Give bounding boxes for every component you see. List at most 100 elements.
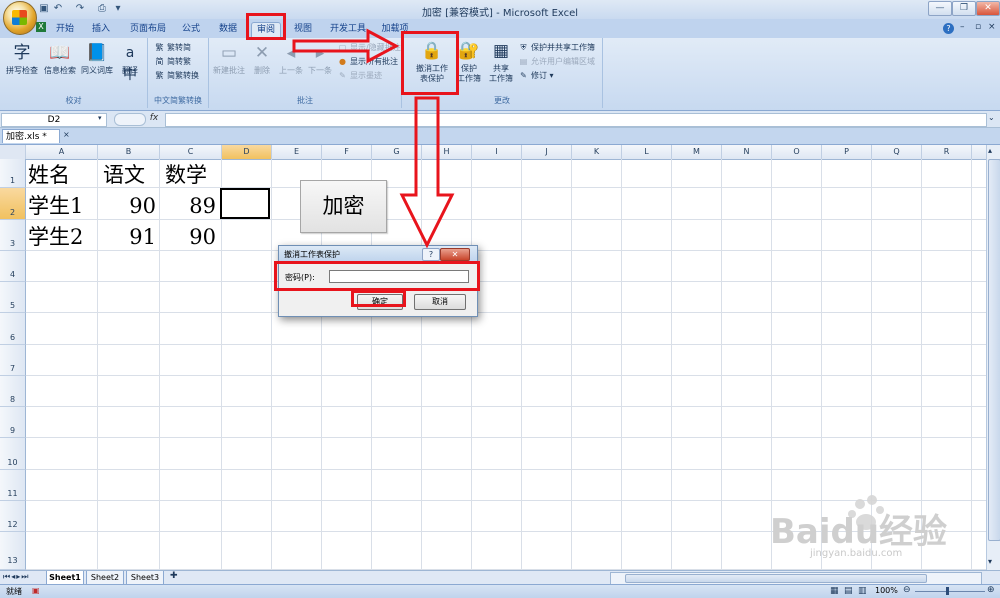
row-header-7[interactable]: 7 — [0, 345, 26, 376]
status-bar: 就绪 ▣ ▦ ▤ ▥ 100% ⊖ ⊕ — [0, 584, 1000, 598]
formula-expand-handle[interactable] — [114, 113, 146, 126]
macro-record-icon[interactable]: ▣ — [32, 586, 40, 595]
allow-edit-ranges-button[interactable]: ▤ 允许用户编辑区域 — [518, 56, 595, 67]
row-header-11[interactable]: 11 — [0, 470, 26, 501]
column-header-d[interactable]: D — [222, 145, 272, 159]
new-comment-button[interactable]: ▭ 新建批注 — [211, 42, 247, 76]
encrypt-button[interactable]: 加密 — [300, 180, 387, 233]
column-header-p[interactable]: P — [822, 145, 872, 159]
sheet-tab-bar: ⏮◂▸⏭ Sheet1 Sheet2 Sheet3 ✚ — [0, 570, 1000, 585]
ribbon-restore-icon[interactable]: ▫ — [975, 22, 981, 32]
column-header-i[interactable]: I — [472, 145, 522, 159]
sheet-tab-3[interactable]: Sheet3 — [126, 571, 164, 585]
insert-function-button[interactable]: fx — [147, 113, 161, 125]
close-button[interactable]: ✕ — [976, 1, 1000, 16]
t2s-button[interactable]: 繁繁转简 — [154, 42, 192, 53]
row-header-4[interactable]: 4 — [0, 251, 26, 282]
zoom-slider[interactable] — [915, 591, 985, 592]
column-header-j[interactable]: J — [522, 145, 572, 159]
view-layout-icon[interactable]: ▤ — [844, 586, 853, 596]
share-workbook-button[interactable]: ▦ 共享 工作簿 — [486, 40, 516, 84]
office-button[interactable] — [3, 1, 37, 35]
zoom-level[interactable]: 100% — [875, 586, 898, 595]
thesaurus-icon: 📘 — [86, 43, 108, 63]
view-normal-icon[interactable]: ▦ — [830, 586, 839, 596]
column-header-o[interactable]: O — [772, 145, 822, 159]
horizontal-scroll-thumb[interactable] — [625, 574, 927, 583]
cell-b2[interactable]: 90 — [100, 191, 156, 221]
formula-input[interactable] — [165, 113, 987, 127]
sheet-tab-2[interactable]: Sheet2 — [86, 571, 124, 585]
zoom-in-icon[interactable]: ⊕ — [987, 585, 995, 595]
row-header-12[interactable]: 12 — [0, 501, 26, 532]
cell-a3[interactable]: 学生2 — [28, 222, 83, 252]
column-header-a[interactable]: A — [26, 145, 98, 159]
cell-c2[interactable]: 89 — [160, 191, 216, 221]
s2t-button[interactable]: 简简转繁 — [154, 56, 192, 67]
name-box[interactable]: D2 — [1, 113, 107, 127]
column-header-q[interactable]: Q — [872, 145, 922, 159]
insert-sheet-icon[interactable]: ✚ — [170, 571, 184, 583]
workbook-close-icon[interactable]: × — [63, 130, 70, 139]
show-ink-button[interactable]: ✎ 显示墨迹 — [337, 70, 382, 81]
column-header-m[interactable]: M — [672, 145, 722, 159]
row-header-13[interactable]: 13 — [0, 532, 26, 570]
zoom-out-icon[interactable]: ⊖ — [903, 585, 911, 595]
row-header-5[interactable]: 5 — [0, 282, 26, 313]
column-header-r[interactable]: R — [922, 145, 972, 159]
column-header-e[interactable]: E — [272, 145, 322, 159]
cell-a2[interactable]: 学生1 — [28, 191, 83, 221]
tab-page-layout[interactable]: 页面布局 — [126, 22, 170, 38]
restore-button[interactable]: ❐ — [952, 1, 976, 16]
vertical-scroll-thumb[interactable] — [988, 159, 1000, 541]
column-header-b[interactable]: B — [98, 145, 160, 159]
group-chinese-conversion: 繁繁转简 简简转繁 繁简繁转换 中文简繁转换 — [148, 38, 209, 108]
column-header-f[interactable]: F — [322, 145, 372, 159]
spell-check-button[interactable]: 字拼写检查 — [4, 42, 40, 76]
column-header-c[interactable]: C — [160, 145, 222, 159]
help-icon[interactable]: ? — [943, 23, 954, 34]
ribbon-close-icon[interactable]: × — [988, 22, 996, 32]
row-header-3[interactable]: 3 — [0, 220, 26, 251]
name-box-dropdown-icon[interactable]: ▾ — [98, 114, 102, 122]
tab-insert[interactable]: 插入 — [86, 22, 116, 38]
view-pagebreak-icon[interactable]: ▥ — [858, 586, 867, 596]
tab-home[interactable]: 开始 — [50, 22, 80, 38]
thesaurus-button[interactable]: 📘 同义词库 — [79, 42, 115, 76]
column-header-l[interactable]: L — [622, 145, 672, 159]
row-header-8[interactable]: 8 — [0, 376, 26, 407]
cell-b1[interactable]: 语文 — [103, 160, 145, 190]
active-cell-d2[interactable] — [220, 188, 270, 219]
minimize-button[interactable]: — — [928, 1, 952, 16]
sheet-tab-1[interactable]: Sheet1 — [46, 571, 84, 585]
row-header-6[interactable]: 6 — [0, 313, 26, 345]
cell-c1[interactable]: 数学 — [165, 160, 207, 190]
tab-formulas[interactable]: 公式 — [176, 22, 206, 38]
cell-a1[interactable]: 姓名 — [28, 160, 70, 190]
row-header-9[interactable]: 9 — [0, 407, 26, 438]
scroll-up-icon[interactable]: ▴ — [988, 146, 992, 155]
convert-button[interactable]: 繁简繁转换 — [154, 70, 200, 81]
cancel-button[interactable]: 取消 — [414, 294, 466, 310]
tab-data[interactable]: 数据 — [213, 22, 243, 38]
group-proofing-label: 校对 — [65, 96, 82, 105]
column-header-k[interactable]: K — [572, 145, 622, 159]
annotation-arrow-down — [399, 96, 455, 249]
row-header-2[interactable]: 2 — [0, 188, 26, 220]
protect-and-share-button[interactable]: ⛨ 保护并共享工作簿 — [518, 42, 596, 53]
cell-b3[interactable]: 91 — [100, 222, 156, 252]
select-all-corner[interactable] — [0, 145, 26, 159]
translate-button[interactable]: a中 翻译 — [116, 42, 144, 83]
track-changes-button[interactable]: ✎ 修订 ▾ — [518, 70, 553, 81]
ribbon-minimize-icon[interactable]: – — [960, 22, 965, 32]
formula-expand-icon[interactable]: ⌄ — [988, 113, 995, 122]
zoom-slider-thumb[interactable] — [946, 587, 949, 595]
sheet-nav-icons[interactable]: ⏮◂▸⏭ — [3, 572, 29, 582]
row-header-10[interactable]: 10 — [0, 438, 26, 470]
column-header-n[interactable]: N — [722, 145, 772, 159]
cell-c3[interactable]: 90 — [160, 222, 216, 252]
delete-comment-button[interactable]: ✕ 删除 — [249, 42, 275, 76]
workbook-tab[interactable]: 加密.xls * — [2, 129, 60, 143]
row-header-1[interactable]: 1 — [0, 159, 26, 188]
research-button[interactable]: 📖 信息检索 — [42, 42, 78, 76]
